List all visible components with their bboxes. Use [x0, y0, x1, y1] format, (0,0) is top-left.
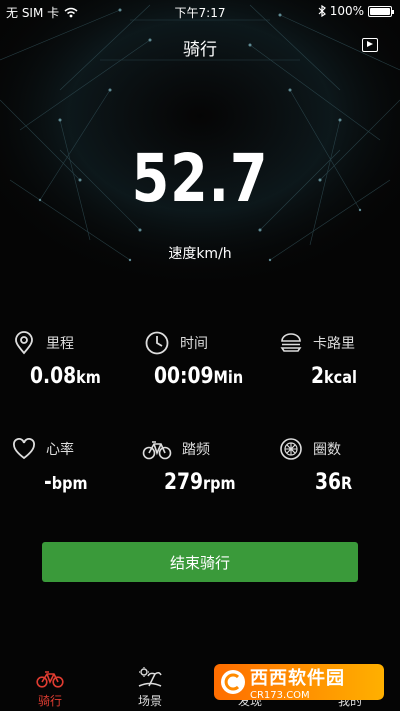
- stat-time: 时间 00:09Min: [144, 330, 277, 410]
- cr-logo-icon: [221, 670, 245, 694]
- stat-value: 00:09: [154, 364, 214, 389]
- stat-label: 圈数: [313, 442, 341, 458]
- watermark-logo: 西西软件园 CR173.COM: [214, 664, 384, 701]
- clock-icon: [145, 331, 169, 355]
- stat-calories: 卡路里 2kcal: [279, 330, 400, 410]
- bluetooth-icon: [318, 5, 326, 17]
- stat-value: 2: [311, 364, 325, 389]
- stat-label: 踏频: [182, 442, 210, 458]
- stat-heart-rate: 心率 -bpm: [12, 436, 145, 516]
- stat-unit: Min: [213, 368, 244, 388]
- stat-distance: 里程 0.08km: [12, 330, 145, 410]
- tab-label: 骑行: [37, 694, 62, 708]
- stat-value: 279: [164, 470, 204, 495]
- watermark-text: 西西软件园: [250, 667, 345, 689]
- stat-label: 时间: [180, 336, 208, 352]
- watermark-site: CR173.COM: [250, 689, 310, 701]
- tab-ride[interactable]: 骑行: [0, 666, 100, 709]
- stat-unit: bpm: [51, 474, 88, 494]
- location-pin-icon: [15, 331, 33, 355]
- stat-unit: R: [341, 474, 353, 494]
- tab-scene[interactable]: 场景: [100, 666, 200, 709]
- stat-value: 36: [315, 470, 342, 495]
- battery-icon: [368, 5, 394, 17]
- video-icon[interactable]: [362, 38, 378, 52]
- stat-value: 0.08: [30, 364, 77, 389]
- stat-label: 心率: [46, 442, 74, 458]
- speed-label: 速度km/h: [168, 246, 232, 262]
- end-ride-button[interactable]: 结束骑行: [42, 542, 358, 582]
- bicycle-icon: [142, 441, 172, 460]
- stat-label: 里程: [46, 336, 74, 352]
- scene-icon: [138, 667, 162, 687]
- status-bar: 无 SIM 卡 下午7:17 100%: [0, 0, 400, 22]
- stat-unit: km: [76, 368, 101, 388]
- burger-icon: [280, 333, 302, 352]
- page-title: 骑行: [183, 40, 217, 60]
- stat-cadence: 踏频 279rpm: [142, 436, 275, 516]
- battery-percent: 100%: [329, 4, 364, 18]
- stat-unit: rpm: [203, 474, 236, 494]
- stat-laps: 圈数 36R: [279, 436, 400, 516]
- wheel-icon: [280, 438, 302, 460]
- bicycle-icon: [36, 671, 64, 688]
- battery-level: [370, 7, 390, 15]
- heart-icon: [13, 438, 35, 460]
- stat-unit: kcal: [324, 368, 357, 388]
- stat-label: 卡路里: [313, 336, 355, 352]
- speed-value: 52.7: [131, 140, 269, 217]
- stat-value: -: [44, 470, 52, 495]
- tab-label: 场景: [137, 694, 162, 708]
